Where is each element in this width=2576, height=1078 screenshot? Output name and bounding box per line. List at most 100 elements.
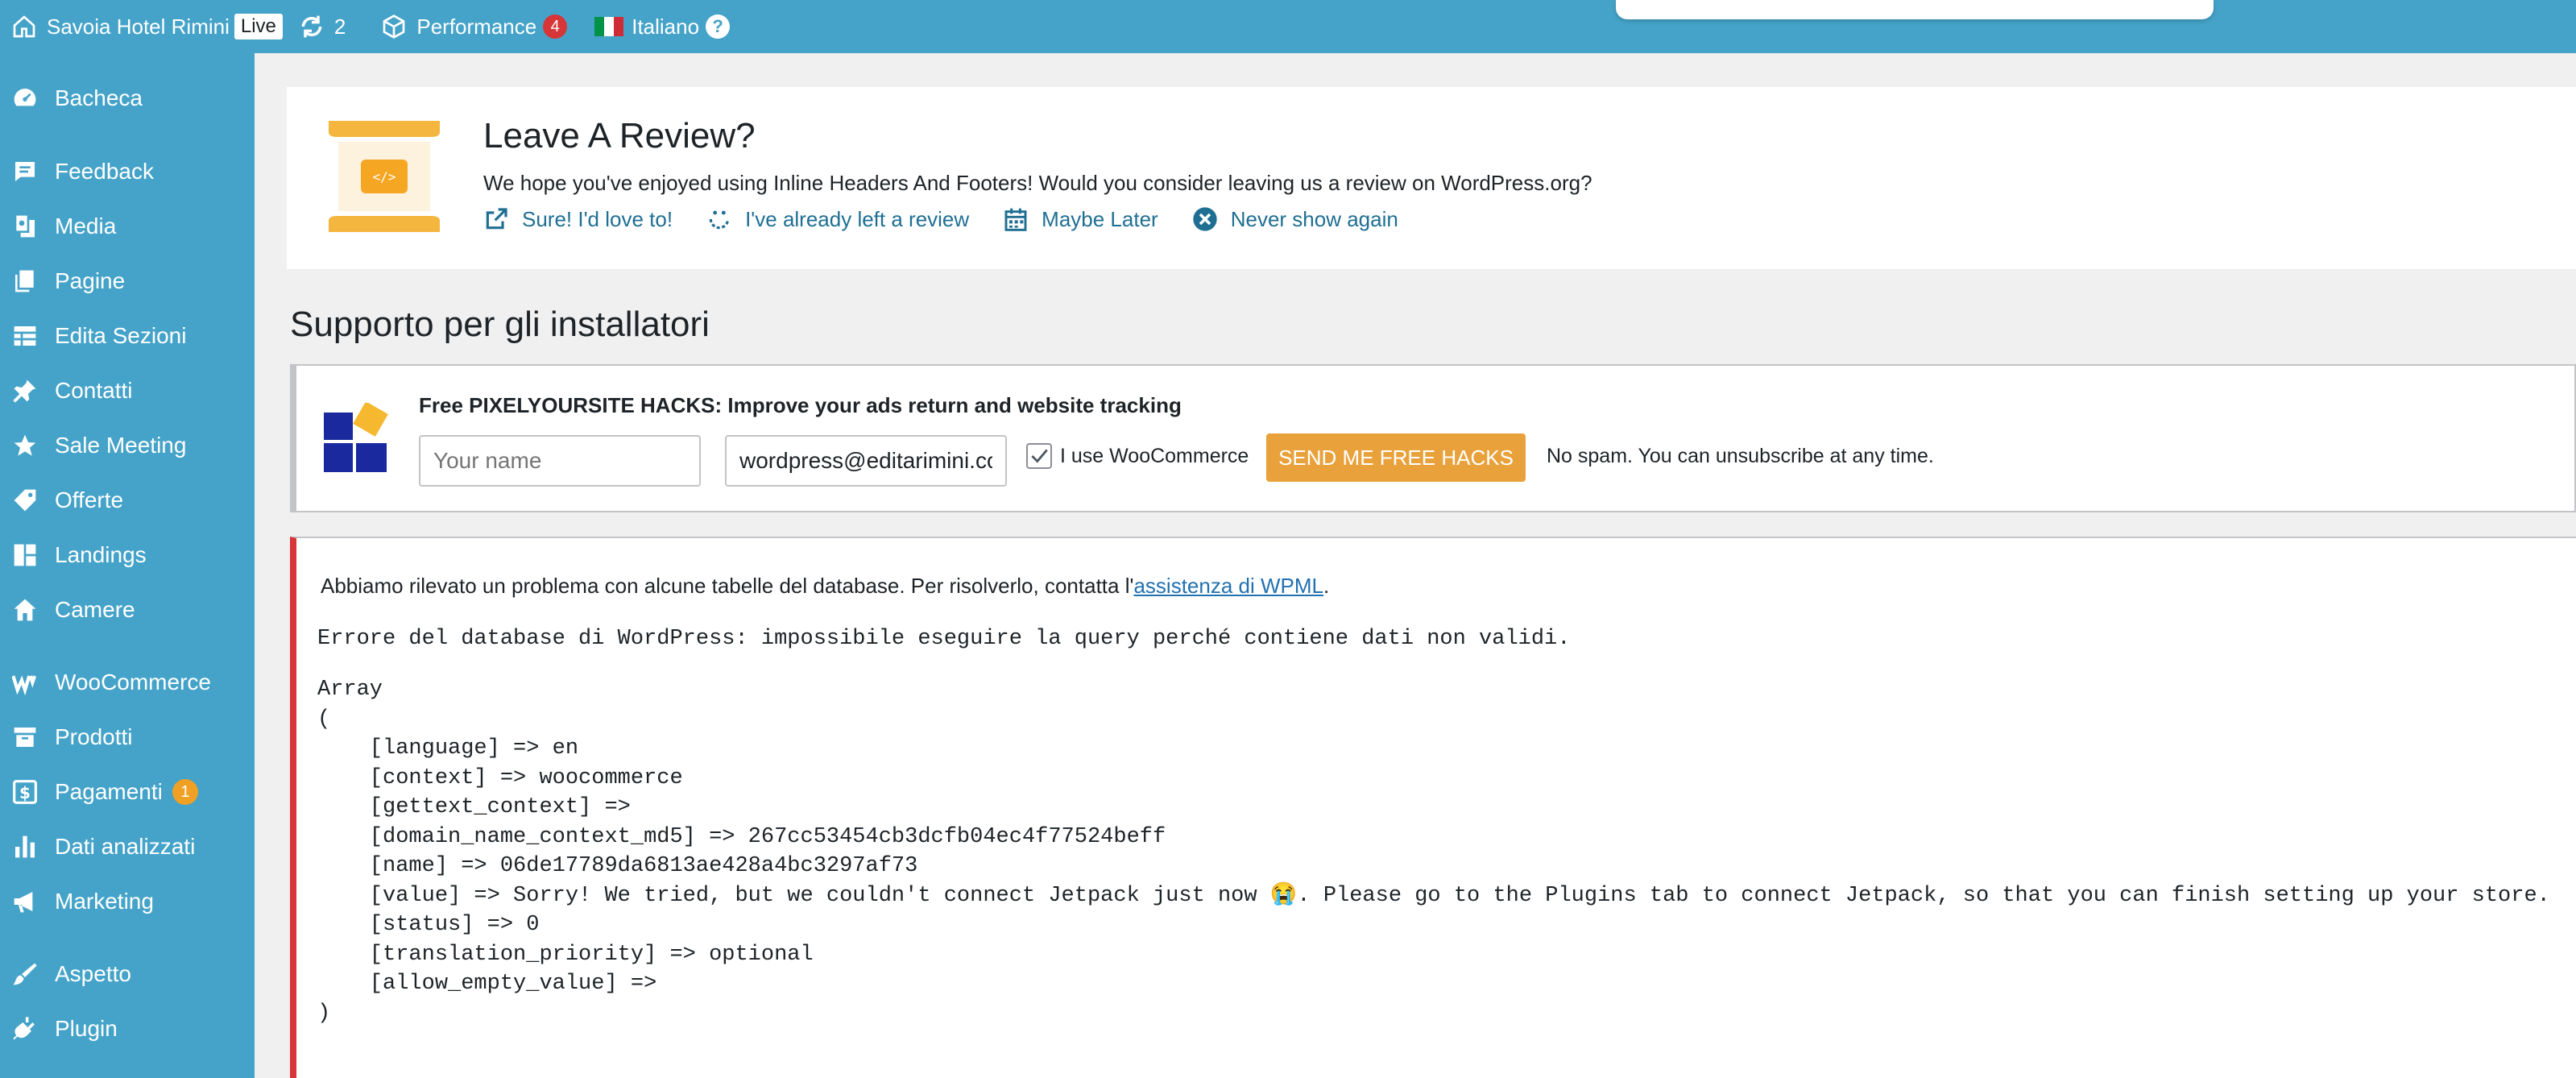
sidebar-item-label: Media [55,214,117,238]
site-name: Savoia Hotel Rimini [47,14,230,39]
italy-flag-icon [594,17,624,36]
no-spam-text: No spam. You can unsubscribe at any time… [1547,445,1934,467]
never-show-link[interactable]: Never show again [1192,206,1398,232]
sidebar-item-bacheca[interactable]: Bacheca [0,74,255,122]
email-input[interactable] [725,435,1007,487]
performance-count-badge: 4 [543,15,568,39]
database-error-notice: Abbiamo rilevato un problema con alcune … [290,537,2576,1078]
external-link-icon [486,208,507,230]
review-text: We hope you've enjoyed using Inline Head… [483,171,1592,195]
page-title: Supporto per gli installatori [290,305,710,344]
wpml-support-link[interactable]: assistenza di WPML [1133,574,1323,598]
already-reviewed-link[interactable]: I've already left a review [706,206,969,232]
sure-review-link[interactable]: Sure! I'd love to! [483,206,673,232]
wpml-error-suffix: . [1323,574,1330,598]
sidebar-item-label: Pagamenti [55,779,163,804]
wpml-error-message: Abbiamo rilevato un problema con alcune … [321,574,1329,599]
pin-icon [11,377,39,404]
close-circle-icon [1193,207,1217,231]
star-icon [11,432,39,459]
sidebar-item-pagine[interactable]: Pagine [0,257,255,305]
svg-text:$: $ [19,783,31,802]
sidebar-item-contatti[interactable]: Contatti [0,367,255,415]
sidebar-item-landings[interactable]: Landings [0,531,255,579]
sidebar-item-label: Prodotti [55,724,133,749]
performance-label: Performance [416,14,537,39]
review-notice: </> Leave A Review? We hope you've enjoy… [287,87,2576,269]
updates-link[interactable]: 2 [291,0,354,53]
checkbox-checked-icon[interactable] [1026,443,1052,469]
dashboard-icon [11,85,39,112]
sidebar-item-marketing[interactable]: Marketing [0,877,255,926]
sidebar-item-dati-analizzati[interactable]: Dati analizzati [0,823,255,871]
refresh-icon [299,14,325,39]
sidebar-item-label: Plugin [55,1016,118,1041]
db-error-title: Errore del database di WordPress: imposs… [317,627,1571,651]
sidebar-item-label: Offerte [55,487,124,512]
send-hacks-button[interactable]: SEND ME FREE HACKS [1266,433,1526,482]
sidebar-item-label: Bacheca [55,85,143,110]
sidebar-item-edita-sezioni[interactable]: Edita Sezioni [0,312,255,360]
woo-icon [11,669,39,696]
archive-icon [11,724,39,751]
sidebar-item-label: WooCommerce [55,670,211,694]
help-icon[interactable]: ? [706,15,731,39]
pages-icon [11,267,39,295]
live-badge: Live [234,14,283,39]
sidebar-item-prodotti[interactable]: Prodotti [0,713,255,761]
sidebar-item-plugin[interactable]: Plugin [0,1005,255,1053]
sidebar-item-label: Edita Sezioni [55,323,187,348]
sidebar-item-label: Pagine [55,268,126,293]
code-plugin-illustration: </> [329,121,440,232]
pagamenti-count-badge: 1 [172,779,198,805]
pixelyoursite-notice: Free PIXELYOURSITE HACKS: Improve your a… [290,364,2576,512]
megaphone-icon [11,888,39,915]
sidebar-item-offerte[interactable]: Offerte [0,476,255,524]
sidebar-item-sale-meeting[interactable]: Sale Meeting [0,421,255,470]
brush-icon [11,960,39,988]
wpml-error-text: Abbiamo rilevato un problema con alcune … [321,574,1134,598]
woocommerce-checkbox-label: I use WooCommerce [1060,444,1249,467]
table-icon [11,322,39,350]
db-error-array-dump: Array ( [language] => en [context] => wo… [317,678,2550,1026]
maybe-later-link[interactable]: Maybe Later [1003,206,1158,232]
sidebar-item-label: Aspetto [55,961,131,986]
media-icon [11,213,39,240]
maybe-later-label: Maybe Later [1042,206,1158,231]
language-label: Italiano [632,14,700,39]
pixelyoursite-logo [324,401,393,474]
sidebar-item-aspetto[interactable]: Aspetto [0,950,255,998]
performance-menu[interactable]: Performance 4 [373,0,575,53]
sidebar-item-feedback[interactable]: Feedback [0,147,255,196]
review-actions: Sure! I'd love to! I've already left a r… [483,206,1398,232]
tag-icon [11,487,39,514]
admin-sidebar: Bacheca Feedback Media Pagine Edita Sezi… [0,53,255,1078]
sidebar-item-label: Sale Meeting [55,433,187,458]
smile-icon [709,210,730,230]
sidebar-item-pagamenti[interactable]: $ Pagamenti 1 [0,768,255,816]
sidebar-item-label: Feedback [55,159,154,184]
dollar-icon: $ [11,778,39,806]
sidebar-item-label: Camere [55,597,135,622]
site-home-link[interactable]: Savoia Hotel Rimini Live [0,0,291,53]
feedback-icon [11,158,39,185]
chart-bar-icon [11,833,39,860]
home-icon [11,596,39,624]
home-icon [11,14,37,39]
language-switcher[interactable]: Italiano ? [586,0,738,53]
popover-panel [1616,0,2214,19]
sidebar-item-woocommerce[interactable]: WooCommerce [0,658,255,707]
sidebar-item-label: Marketing [55,889,154,914]
never-show-label: Never show again [1230,206,1398,231]
sidebar-item-label: Landings [55,542,147,567]
already-reviewed-label: I've already left a review [745,206,970,231]
plugin-icon [11,1015,39,1043]
your-name-input[interactable] [419,435,701,487]
sidebar-item-camere[interactable]: Camere [0,586,255,634]
cube-icon [381,14,407,39]
sidebar-item-label: Dati analizzati [55,834,196,859]
woocommerce-checkbox[interactable]: I use WooCommerce [1026,443,1249,469]
sidebar-item-media[interactable]: Media [0,202,255,251]
calendar-icon [1004,208,1027,231]
pys-headline: Free PIXELYOURSITE HACKS: Improve your a… [419,393,1182,417]
